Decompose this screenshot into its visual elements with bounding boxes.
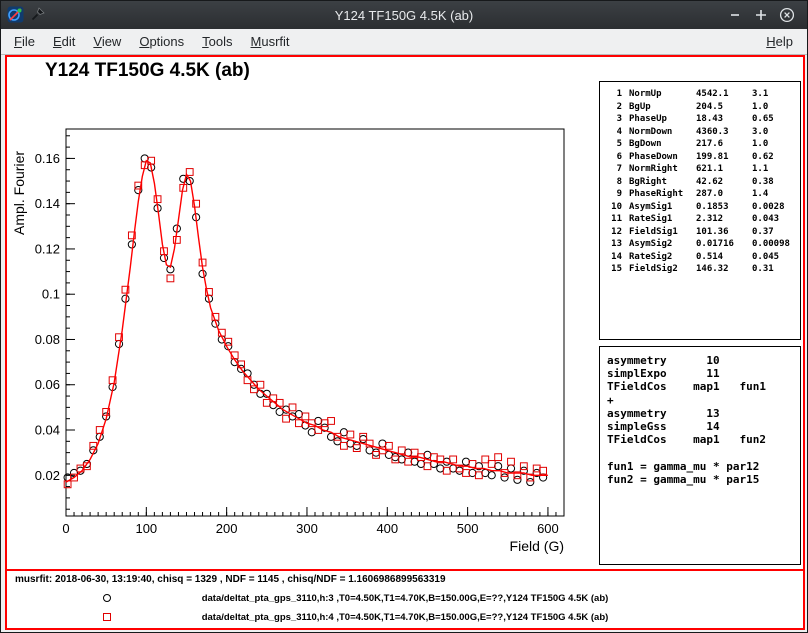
menu-item-options[interactable]: Options bbox=[130, 30, 193, 53]
svg-text:0.06: 0.06 bbox=[35, 377, 60, 392]
svg-text:0: 0 bbox=[62, 521, 69, 536]
y-axis-title: Ampl. Fourier bbox=[11, 151, 27, 235]
theory-box[interactable]: asymmetry 10simplExpo 11TFieldCos map1 f… bbox=[599, 346, 801, 565]
svg-text:0.12: 0.12 bbox=[35, 241, 60, 256]
titlebar[interactable]: Y124 TF150G 4.5K (ab) bbox=[1, 1, 807, 29]
legend-item: data/deltat_pta_gps_3110,h:3 ,T0=4.50K,T… bbox=[7, 589, 803, 608]
menu-item-file[interactable]: File bbox=[5, 30, 44, 53]
application-window: Y124 TF150G 4.5K (ab) FileEditViewOption… bbox=[0, 0, 808, 633]
menu-item-tools[interactable]: Tools bbox=[193, 30, 241, 53]
parameter-row: 14RateSig20.5140.045 bbox=[604, 251, 796, 264]
svg-text:0.04: 0.04 bbox=[35, 423, 60, 438]
theory-line: + bbox=[607, 394, 793, 407]
menu-item-help[interactable]: Help bbox=[756, 30, 803, 53]
data-series-circles bbox=[64, 155, 547, 486]
theory-line: asymmetry 13 bbox=[607, 407, 793, 420]
parameter-row: 9PhaseRight287.01.4 bbox=[604, 188, 796, 201]
circle-marker-icon bbox=[103, 594, 111, 602]
root-canvas[interactable]: Y124 TF150G 4.5K (ab) 010020030040050060… bbox=[5, 55, 805, 630]
legend-label: data/deltat_pta_gps_3110,h:4 ,T0=4.50K,T… bbox=[7, 608, 803, 627]
theory-line: fun2 = gamma_mu * par15 bbox=[607, 473, 793, 486]
x-axis-title: Field (G) bbox=[510, 538, 564, 554]
svg-text:200: 200 bbox=[216, 521, 238, 536]
legend-item: data/deltat_pta_gps_3110,h:4 ,T0=4.50K,T… bbox=[7, 608, 803, 627]
theory-line bbox=[607, 446, 793, 459]
menubar: FileEditViewOptionsToolsMusrfit Help bbox=[1, 29, 807, 55]
svg-text:0.16: 0.16 bbox=[35, 151, 60, 166]
parameter-row: 15FieldSig2146.320.31 bbox=[604, 263, 796, 276]
svg-text:0.14: 0.14 bbox=[35, 196, 60, 211]
svg-text:0.1: 0.1 bbox=[42, 287, 60, 302]
parameter-row: 7NormRight621.11.1 bbox=[604, 163, 796, 176]
svg-text:400: 400 bbox=[376, 521, 398, 536]
theory-line: fun1 = gamma_mu * par12 bbox=[607, 460, 793, 473]
data-series-squares bbox=[64, 157, 546, 487]
axes: 0 100 200 300 400 500 600 0.02 0.04 0.06 0.08 0.1 0.… bbox=[11, 129, 564, 554]
fit-line bbox=[66, 161, 548, 482]
theory-line: asymmetry 10 bbox=[607, 354, 793, 367]
parameter-row: 3PhaseUp18.430.65 bbox=[604, 113, 796, 126]
theory-line: simpleGss 14 bbox=[607, 420, 793, 433]
menu-item-edit[interactable]: Edit bbox=[44, 30, 84, 53]
menu-item-view[interactable]: View bbox=[84, 30, 130, 53]
plot-svg[interactable]: 0 100 200 300 400 500 600 0.02 0.04 0.06 0.08 0.1 0.… bbox=[7, 67, 599, 569]
svg-text:300: 300 bbox=[296, 521, 318, 536]
legend-label: data/deltat_pta_gps_3110,h:3 ,T0=4.50K,T… bbox=[7, 589, 803, 608]
svg-text:600: 600 bbox=[537, 521, 559, 536]
square-marker-icon bbox=[103, 613, 111, 621]
menu-item-musrfit[interactable]: Musrfit bbox=[242, 30, 299, 53]
parameter-row: 6PhaseDown199.810.62 bbox=[604, 151, 796, 164]
parameter-row: 5BgDown217.61.0 bbox=[604, 138, 796, 151]
close-button[interactable] bbox=[779, 7, 795, 23]
legend: data/deltat_pta_gps_3110,h:3 ,T0=4.50K,T… bbox=[7, 589, 803, 627]
parameter-row: 1NormUp4542.13.1 bbox=[604, 88, 796, 101]
theory-line: simplExpo 11 bbox=[607, 367, 793, 380]
parameter-row: 11RateSig12.3120.043 bbox=[604, 213, 796, 226]
parameter-row: 8BgRight42.620.38 bbox=[604, 176, 796, 189]
parameter-row: 2BgUp204.51.0 bbox=[604, 101, 796, 114]
svg-text:0.08: 0.08 bbox=[35, 332, 60, 347]
parameter-row: 13AsymSig20.017160.00098 bbox=[604, 238, 796, 251]
maximize-button[interactable] bbox=[753, 7, 769, 23]
theory-line: TFieldCos map1 fun2 bbox=[607, 433, 793, 446]
window-title: Y124 TF150G 4.5K (ab) bbox=[1, 8, 807, 23]
svg-text:500: 500 bbox=[457, 521, 479, 536]
theory-line: TFieldCos map1 fun1 bbox=[607, 380, 793, 393]
parameter-row: 12FieldSig1101.360.37 bbox=[604, 226, 796, 239]
info-pad[interactable]: musrfit: 2018-06-30, 13:19:40, chisq = 1… bbox=[7, 569, 803, 628]
minimize-button[interactable] bbox=[727, 7, 743, 23]
fit-stats: musrfit: 2018-06-30, 13:19:40, chisq = 1… bbox=[15, 574, 446, 585]
parameter-row: 10AsymSig10.18530.0028 bbox=[604, 201, 796, 214]
parameter-table[interactable]: 1NormUp4542.13.12BgUp204.51.03PhaseUp18.… bbox=[599, 81, 801, 340]
menubar-items: FileEditViewOptionsToolsMusrfit bbox=[5, 30, 299, 53]
svg-text:100: 100 bbox=[135, 521, 157, 536]
svg-text:0.02: 0.02 bbox=[35, 468, 60, 483]
parameter-row: 4NormDown4360.33.0 bbox=[604, 126, 796, 139]
